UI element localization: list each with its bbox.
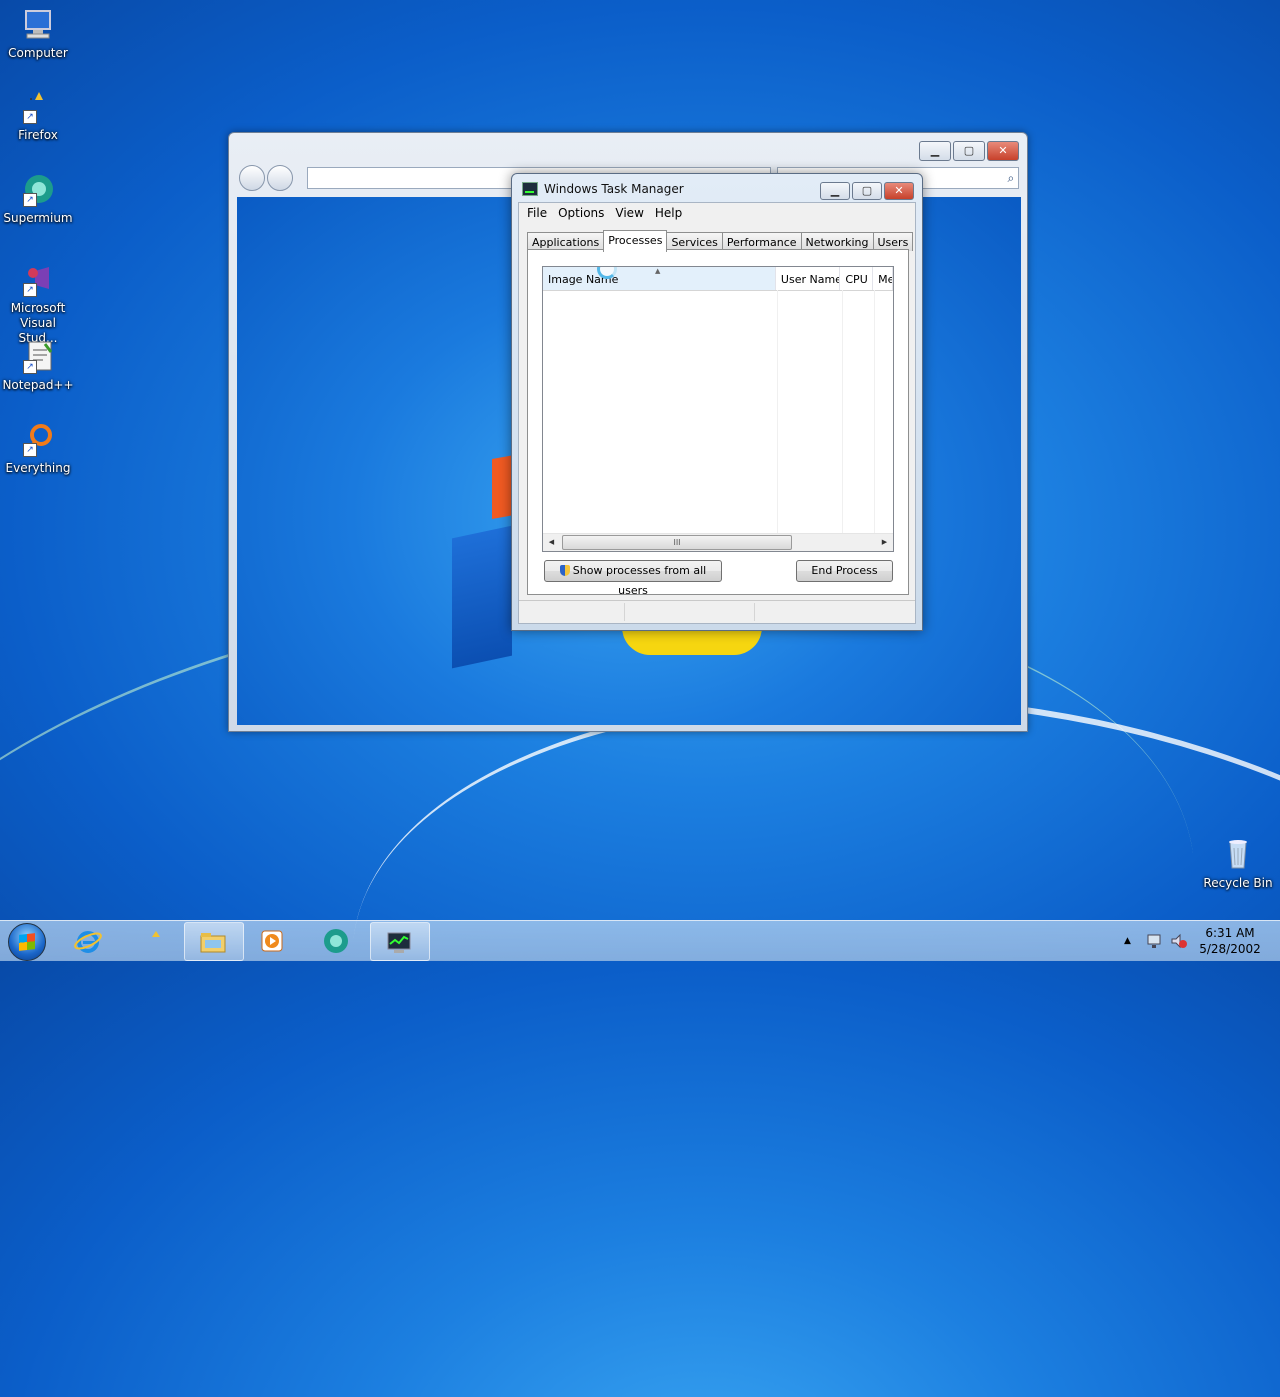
processes-panel: Image Name ▲ User Name CPU Me ◀ III ▶ Sh… bbox=[527, 249, 909, 597]
maximize-button[interactable]: ▢ bbox=[953, 141, 985, 161]
windows-logo-yellow bbox=[622, 627, 762, 655]
task-manager-icon bbox=[387, 932, 411, 953]
media-player-icon bbox=[261, 930, 283, 952]
tab-processes[interactable]: Processes bbox=[603, 230, 668, 252]
taskbar-media-player[interactable] bbox=[244, 922, 302, 959]
menu-bar: File Options View Help bbox=[519, 203, 915, 223]
notepadpp-icon: ↗ bbox=[21, 340, 55, 374]
process-list[interactable]: Image Name ▲ User Name CPU Me ◀ III ▶ bbox=[542, 266, 894, 552]
column-cpu[interactable]: CPU bbox=[840, 267, 874, 290]
taskbar-supermium[interactable] bbox=[308, 922, 366, 959]
taskbar-internet-explorer[interactable] bbox=[60, 922, 118, 959]
menu-file[interactable]: File bbox=[522, 206, 553, 220]
minimize-button[interactable]: ▁ bbox=[820, 182, 850, 200]
internet-explorer-icon bbox=[74, 931, 102, 953]
taskbar-explorer[interactable] bbox=[184, 922, 244, 961]
desktop-icon-computer[interactable]: Computer bbox=[0, 8, 76, 61]
taskbar-task-manager[interactable] bbox=[370, 922, 430, 961]
supermium-icon bbox=[324, 929, 348, 953]
end-process-button[interactable]: End Process bbox=[796, 560, 893, 582]
desktop-icon-notepadpp[interactable]: ↗ Notepad++ bbox=[0, 340, 76, 393]
close-button[interactable]: ✕ bbox=[987, 141, 1019, 161]
tab-strip: Applications Processes Services Performa… bbox=[527, 229, 914, 252]
button-label: Show processes from all users bbox=[572, 564, 707, 597]
taskbar: ▲ 6:31 AM 5/28/2002 bbox=[0, 920, 1280, 961]
title-bar: Windows Task Manager bbox=[522, 182, 684, 196]
sort-ascending-icon: ▲ bbox=[655, 267, 661, 275]
forward-button[interactable] bbox=[267, 165, 293, 191]
windows-logo-blue bbox=[452, 525, 512, 669]
everything-search-icon: ↗ bbox=[21, 423, 55, 457]
computer-icon bbox=[21, 8, 55, 42]
menu-help[interactable]: Help bbox=[650, 206, 688, 220]
desktop-icon-label: Notepad++ bbox=[2, 378, 74, 392]
shortcut-arrow-icon: ↗ bbox=[23, 443, 37, 457]
shortcut-arrow-icon: ↗ bbox=[23, 360, 37, 374]
task-manager-body: File Options View Help Applications Proc… bbox=[518, 202, 916, 624]
shortcut-arrow-icon: ↗ bbox=[23, 110, 37, 124]
window-title: Windows Task Manager bbox=[544, 182, 684, 196]
browser-window-controls: ▁ ▢ ✕ bbox=[917, 141, 1019, 161]
status-divider bbox=[754, 603, 755, 621]
column-headers: Image Name ▲ User Name CPU Me bbox=[543, 267, 893, 291]
desktop-icon-label: Supermium bbox=[3, 211, 73, 225]
horizontal-scrollbar[interactable]: ◀ III ▶ bbox=[543, 533, 893, 551]
scroll-right-icon[interactable]: ▶ bbox=[876, 534, 893, 551]
search-icon: ⌕ bbox=[1007, 171, 1018, 185]
desktop-icon-firefox[interactable]: ↗ Firefox bbox=[0, 90, 76, 143]
desktop-icon-visual-studio[interactable]: ↗ Microsoft Visual Stud... bbox=[0, 263, 76, 346]
desktop-icon-label: Microsoft bbox=[10, 301, 66, 315]
firefox-icon bbox=[152, 931, 160, 937]
minimize-button[interactable]: ▁ bbox=[919, 141, 951, 161]
clock-date: 5/28/2002 bbox=[1199, 942, 1261, 956]
scroll-left-icon[interactable]: ◀ bbox=[543, 534, 560, 551]
column-memory[interactable]: Me bbox=[873, 267, 893, 290]
scroll-thumb[interactable]: III bbox=[562, 535, 792, 550]
column-divider bbox=[874, 290, 875, 534]
system-clock[interactable]: 6:31 AM 5/28/2002 bbox=[1195, 925, 1265, 957]
shortcut-arrow-icon: ↗ bbox=[23, 193, 37, 207]
network-icon[interactable] bbox=[1146, 933, 1164, 949]
menu-view[interactable]: View bbox=[610, 206, 649, 220]
task-manager-icon bbox=[522, 182, 538, 196]
back-button[interactable] bbox=[239, 165, 265, 191]
task-manager-window[interactable]: Windows Task Manager ▁ ▢ ✕ File Options … bbox=[511, 173, 923, 631]
desktop-icon-supermium[interactable]: ↗ Supermium bbox=[0, 173, 76, 226]
start-button[interactable] bbox=[8, 923, 46, 961]
supermium-icon: ↗ bbox=[21, 173, 55, 207]
desktop-icon-label: Recycle Bin bbox=[1203, 876, 1273, 890]
desktop-icon-everything[interactable]: ↗ Everything bbox=[0, 423, 76, 476]
maximize-button[interactable]: ▢ bbox=[852, 182, 882, 200]
desktop-icon-label: Computer bbox=[8, 46, 68, 60]
desktop-icon-label: Everything bbox=[5, 461, 71, 475]
folder-icon bbox=[200, 933, 226, 953]
status-bar bbox=[519, 600, 915, 623]
taskbar-firefox[interactable] bbox=[124, 922, 182, 959]
column-user-name[interactable]: User Name bbox=[776, 267, 841, 290]
windows-flag-icon bbox=[19, 933, 35, 951]
close-button[interactable]: ✕ bbox=[884, 182, 914, 200]
status-divider bbox=[624, 603, 625, 621]
recycle-bin-icon bbox=[1221, 838, 1255, 872]
firefox-icon: ↗ bbox=[21, 90, 55, 124]
clock-time: 6:31 AM bbox=[1205, 926, 1255, 940]
column-divider bbox=[777, 290, 778, 534]
menu-options[interactable]: Options bbox=[553, 206, 610, 220]
show-hidden-icons[interactable]: ▲ bbox=[1124, 921, 1131, 961]
window-controls: ▁ ▢ ✕ bbox=[818, 182, 914, 200]
uac-shield-icon bbox=[559, 565, 570, 576]
desktop-icon-recycle-bin[interactable]: Recycle Bin bbox=[1200, 838, 1276, 891]
shortcut-arrow-icon: ↗ bbox=[23, 283, 37, 297]
show-all-processes-button[interactable]: Show processes from all users bbox=[544, 560, 722, 597]
desktop-icon-label: Firefox bbox=[18, 128, 58, 142]
visual-studio-icon: ↗ bbox=[21, 263, 55, 297]
column-divider bbox=[842, 290, 843, 534]
column-image-name[interactable]: Image Name ▲ bbox=[543, 267, 776, 290]
volume-muted-icon[interactable] bbox=[1170, 933, 1188, 949]
